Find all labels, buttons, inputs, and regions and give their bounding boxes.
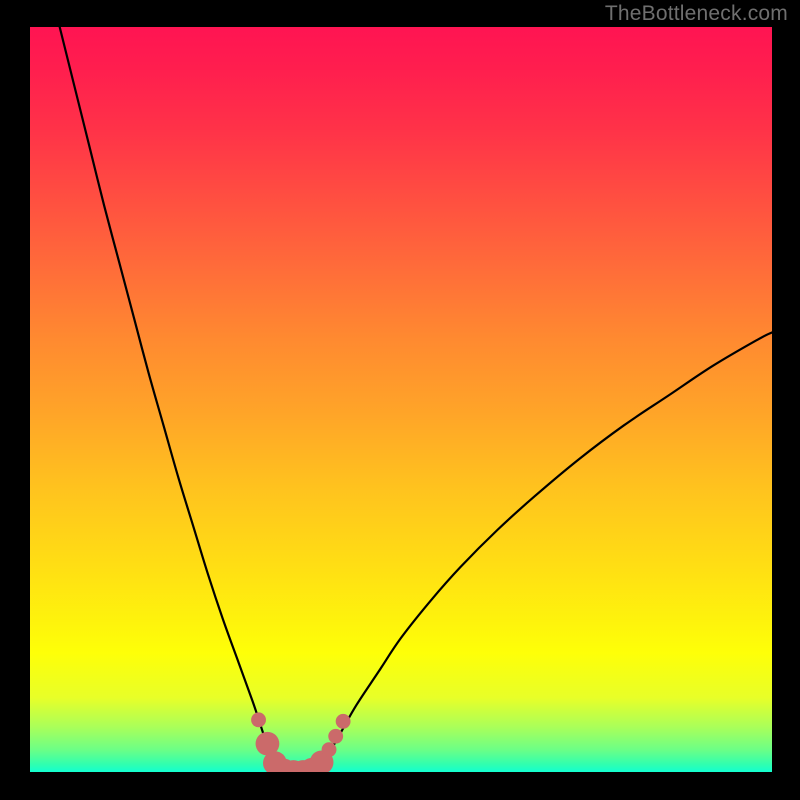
plot-area [30, 27, 772, 772]
marker-dot [251, 712, 266, 727]
marker-dot [328, 729, 343, 744]
outer-frame: TheBottleneck.com [0, 0, 800, 800]
curve-right-branch [319, 332, 772, 768]
marker-dot [322, 742, 337, 757]
watermark-text: TheBottleneck.com [605, 2, 788, 26]
marker-dot [336, 714, 351, 729]
chart-svg [30, 27, 772, 772]
curve-left-branch [60, 27, 275, 765]
